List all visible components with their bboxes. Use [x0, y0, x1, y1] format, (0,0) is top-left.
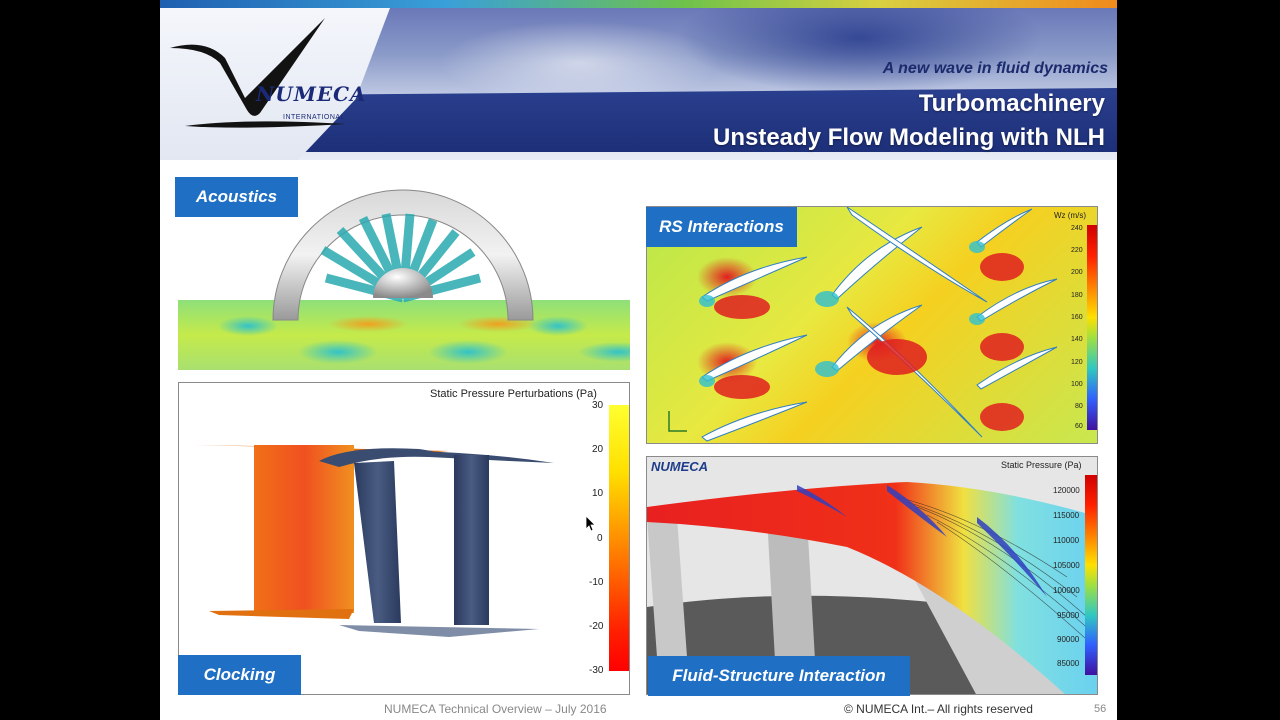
rs-colorbar — [1087, 225, 1097, 430]
fan-duct-illustration — [272, 189, 534, 321]
fsi-label: Fluid-Structure Interaction — [648, 656, 910, 696]
rs-tick: 60 — [1075, 423, 1083, 430]
logo-name: NUMECA — [256, 82, 367, 106]
numeca-logo-icon — [170, 18, 345, 128]
clocking-tick: 0 — [597, 533, 603, 544]
clocking-blades-illustration — [194, 445, 554, 637]
top-color-strip — [160, 0, 1117, 8]
mouse-cursor-icon — [585, 515, 596, 532]
fsi-tick: 110000 — [1053, 536, 1080, 545]
rs-tick: 100 — [1071, 381, 1083, 388]
clocking-colorbar — [609, 405, 629, 671]
clocking-tick: 20 — [592, 444, 604, 455]
clocking-tick: 30 — [592, 400, 604, 411]
rs-tick: 200 — [1071, 269, 1083, 276]
fsi-colorbar-title: Static Pressure (Pa) — [1001, 460, 1082, 470]
rs-tick: 180 — [1071, 292, 1083, 299]
footer-copyright: © NUMECA Int.– All rights reserved — [844, 702, 1033, 716]
tagline: A new wave in fluid dynamics — [882, 60, 1108, 77]
fsi-tick: 120000 — [1053, 486, 1080, 495]
clocking-label: Clocking — [178, 655, 301, 695]
fsi-colorbar — [1085, 475, 1097, 675]
page-number: 56 — [1094, 703, 1107, 715]
logo-subtitle: INTERNATIONAL — [283, 114, 345, 121]
rs-tick: 220 — [1071, 247, 1083, 254]
fsi-tick: 95000 — [1057, 611, 1080, 620]
rs-tick: 140 — [1071, 336, 1083, 343]
clocking-tick: -10 — [589, 577, 604, 588]
slide-title-line2: Unsteady Flow Modeling with NLH — [713, 124, 1105, 151]
rs-tick: 160 — [1071, 314, 1083, 321]
rs-tick: 120 — [1071, 359, 1083, 366]
fsi-tick: 90000 — [1057, 635, 1080, 644]
rs-colorbar-title: Wz (m/s) — [1054, 211, 1086, 220]
fsi-tick: 85000 — [1057, 659, 1080, 668]
acoustics-label: Acoustics — [175, 177, 298, 217]
fsi-brand: NUMECA — [651, 459, 709, 474]
clocking-colorbar-title: Static Pressure Perturbations (Pa) — [430, 388, 597, 400]
rs-tick: 240 — [1071, 225, 1083, 232]
clocking-tick: -20 — [589, 621, 604, 632]
rs-tick: 80 — [1075, 403, 1083, 410]
clocking-tick: 10 — [592, 488, 604, 499]
clocking-panel: Static Pressure Perturbations (Pa) 30 20… — [178, 382, 630, 695]
fsi-tick: 105000 — [1053, 561, 1080, 570]
fsi-tick: 115000 — [1053, 511, 1080, 520]
clocking-tick: -30 — [589, 665, 604, 676]
rs-interactions-label: RS Interactions — [646, 207, 797, 247]
slide-title-line1: Turbomachinery — [918, 90, 1105, 117]
footer-presentation-title: NUMECA Technical Overview – July 2016 — [384, 702, 607, 716]
fsi-tick: 100000 — [1053, 586, 1080, 595]
